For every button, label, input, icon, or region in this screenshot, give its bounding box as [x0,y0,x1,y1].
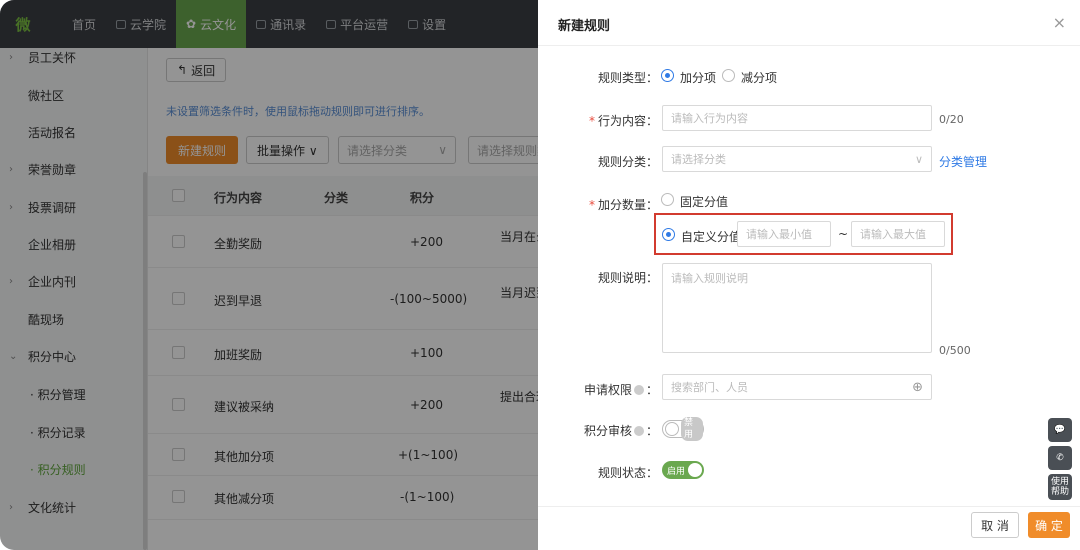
behavior-input[interactable]: 请输入行为内容 [662,105,932,131]
rule-type-add-label: 加分项 [680,71,717,85]
amount-label-text: 加分数量： [597,198,658,212]
behavior-label-text: 行为内容： [597,114,658,128]
fixed-value-label: 固定分值 [680,195,729,209]
review-label-text: 积分审核 [583,424,632,438]
toggle-knob [688,463,702,477]
category-label: 规则分类： [597,155,658,169]
rule-type-add-radio[interactable] [661,69,674,82]
category-placeholder: 请选择分类 [671,153,726,166]
description-char-counter: 0/500 [939,344,971,357]
behavior-label: * 行为内容： [538,112,658,129]
amount-label: * 加分数量： [538,196,658,213]
modal-backdrop[interactable] [0,0,538,550]
drawer-title: 新建规则 [558,19,611,34]
description-label: 规则说明： [597,271,658,285]
confirm-button[interactable]: 确 定 [1028,512,1070,538]
chevron-down-icon: ∨ [914,152,923,166]
rule-type-subtract-radio[interactable] [722,69,735,82]
review-toggle[interactable]: 禁用 [662,417,704,441]
fixed-value-radio[interactable] [661,193,674,206]
highlight-box [654,213,953,255]
info-icon[interactable] [633,426,644,436]
rule-type-subtract-label: 减分项 [741,71,778,85]
close-icon[interactable]: × [1053,13,1066,32]
rule-type-label: 规则类型： [597,71,658,85]
cancel-button[interactable]: 取 消 [971,512,1019,538]
app-window: 微 首页 云学院 ✿ 云文化 通讯录 平台运营 设置 › 员工关怀 微社区 活动报名… [0,0,1080,550]
status-toggle[interactable]: 启用 [662,461,704,479]
drawer-header: 新建规则 × [538,0,1080,46]
permission-search-input[interactable]: 搜索部门、人员 ⊕ [662,374,932,400]
permission-placeholder: 搜索部门、人员 [671,381,748,394]
label-colon: ： [645,383,658,397]
required-mark: * [588,198,595,212]
new-rule-drawer: 新建规则 × 规则类型： 加分项 减分项 * 行为内容： 请输入行为内容 0/20… [538,0,1080,550]
permission-label-text: 申请权限 [583,383,632,397]
behavior-char-counter: 0/20 [939,113,964,126]
description-textarea[interactable]: 请输入规则说明 [662,263,932,353]
info-icon[interactable] [633,385,644,395]
help-button[interactable]: 使用帮助 [1048,474,1072,500]
status-label: 规则状态： [597,466,658,480]
add-circle-icon[interactable]: ⊕ [912,380,923,395]
review-label: 积分审核 ： [538,422,658,439]
chat-icon[interactable]: 💬 [1048,418,1072,442]
category-select[interactable]: 请选择分类 ∨ [662,146,932,172]
toggle-knob [665,422,679,436]
review-toggle-label: 禁用 [681,417,703,441]
label-colon: ： [645,424,658,438]
category-manage-link[interactable]: 分类管理 [939,153,987,170]
permission-label: 申请权限 ： [538,381,658,398]
status-toggle-label: 启用 [667,466,686,477]
phone-icon[interactable]: ✆ [1048,446,1072,470]
required-mark: * [588,114,595,128]
